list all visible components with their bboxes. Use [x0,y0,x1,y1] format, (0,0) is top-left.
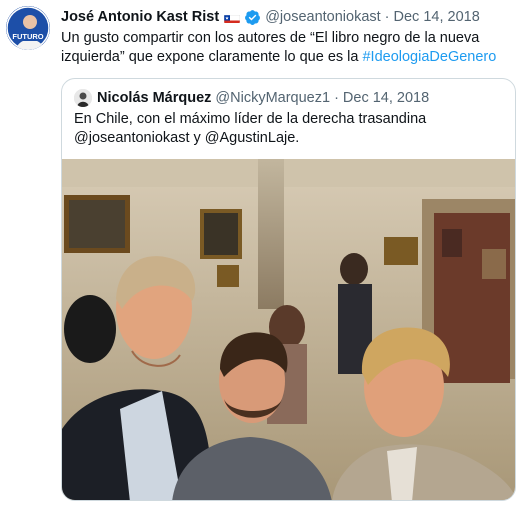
author-name[interactable]: José Antonio Kast Rist [61,7,219,27]
author-avatar[interactable]: FUTURO [6,6,50,50]
quoted-tweet-photo[interactable] [62,159,515,500]
tweet-date[interactable]: Dec 14, 2018 [394,7,480,27]
tweet[interactable]: FUTURO José Antonio Kast Rist @joseanton… [0,0,523,505]
chile-flag-icon [224,12,241,23]
quoted-author-handle[interactable]: @NickyMarquez1 [215,90,330,106]
header-separator: · [384,9,390,25]
verified-badge-icon [244,9,261,26]
quoted-tweet[interactable]: Nicolás Márquez @NickyMarquez1 · Dec 14,… [61,78,516,501]
quoted-author-name[interactable]: Nicolás Márquez [97,90,211,106]
tweet-header: José Antonio Kast Rist @joseantoniokast … [61,6,517,28]
quoted-tweet-date[interactable]: Dec 14, 2018 [343,90,429,106]
quoted-tweet-header: Nicolás Márquez @NickyMarquez1 · Dec 14,… [74,88,429,108]
avatar-text: FUTURO [12,32,43,41]
quoted-author-avatar[interactable] [74,89,92,107]
tweet-text: Un gusto compartir con los autores de “E… [61,29,516,67]
quoted-header-separator: · [334,90,339,106]
author-handle[interactable]: @joseantoniokast [265,7,380,27]
hashtag-link[interactable]: #IdeologiaDeGenero [362,49,496,65]
quoted-tweet-text: En Chile, con el máximo líder de la dere… [74,111,427,146]
